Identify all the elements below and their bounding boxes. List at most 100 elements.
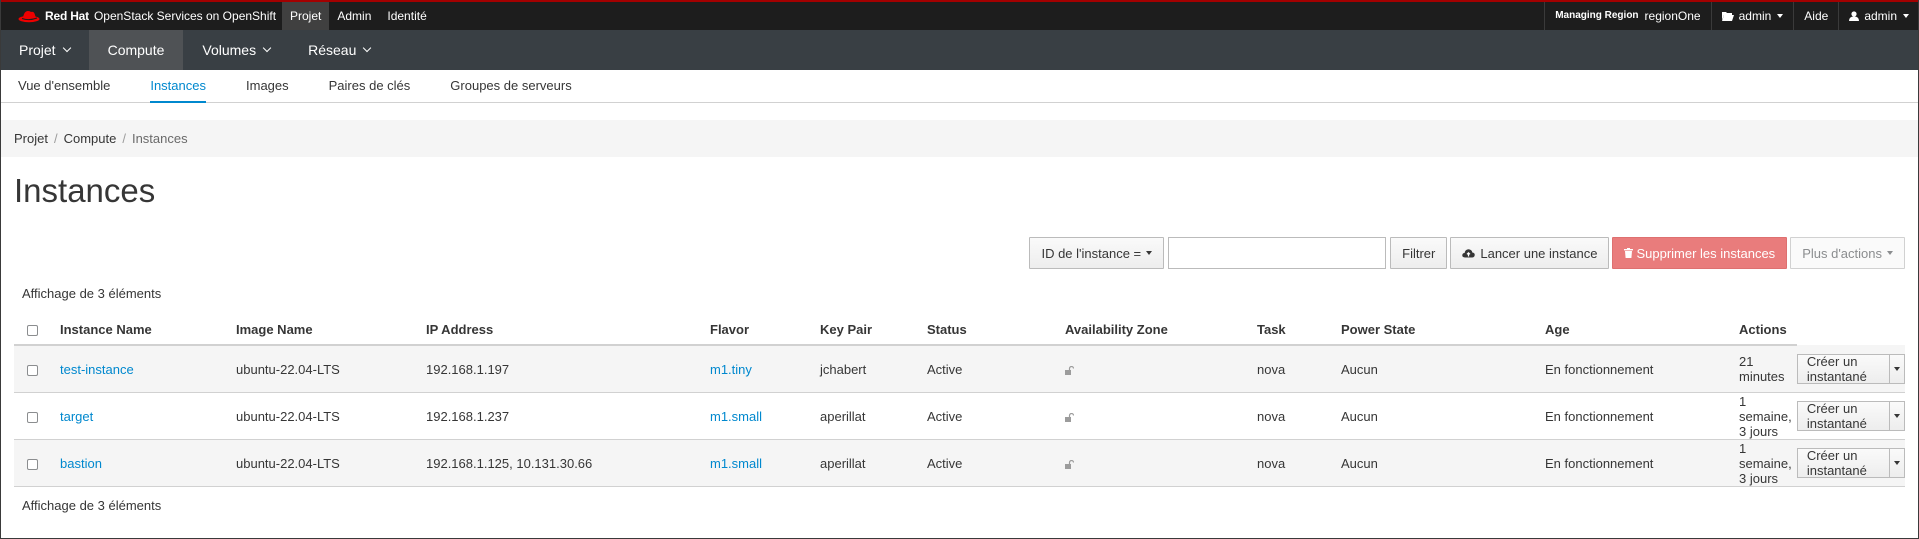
row-checkbox[interactable]	[27, 458, 38, 470]
region-label: Managing Region	[1555, 10, 1639, 21]
column-header[interactable]: Image Name	[236, 315, 426, 346]
project-menu[interactable]: admin	[1710, 2, 1794, 30]
availability-zone: nova	[1257, 392, 1341, 440]
availability-zone: nova	[1257, 439, 1341, 487]
chevron-down-icon	[1893, 461, 1900, 465]
column-header[interactable]: Instance Name	[60, 315, 236, 346]
filter-button-label: Filtrer	[1402, 245, 1436, 261]
instance-name-link[interactable]: test-instance	[60, 362, 134, 377]
compute-tabs: Vue d'ensemble Instances Images Paires d…	[0, 70, 1919, 103]
user-icon	[1849, 11, 1860, 21]
help-label: Aide	[1804, 9, 1829, 23]
brand-product: OpenStack Services on OpenShift	[93, 9, 277, 23]
help-link[interactable]: Aide	[1793, 2, 1838, 30]
filter-field-label: ID de l'instance =	[1041, 245, 1142, 261]
chevron-down-icon	[1893, 366, 1900, 371]
column-header[interactable]: IP Address	[426, 315, 710, 346]
trash-icon	[1624, 248, 1634, 258]
tab-images[interactable]: Images	[246, 70, 289, 102]
column-header[interactable]: Status	[927, 315, 1065, 346]
table-header-row: Instance Name Image Name IP Address Flav…	[14, 315, 1905, 346]
filter-input[interactable]	[1168, 237, 1387, 269]
secnav-label: Compute	[107, 42, 165, 58]
instances-table: Instance Name Image Name IP Address Flav…	[14, 315, 1905, 487]
secnav-label: Projet	[19, 42, 56, 58]
table-row: test-instance ubuntu-22.04-LTS 192.168.1…	[14, 345, 1905, 393]
user-menu[interactable]: admin	[1838, 2, 1919, 30]
delete-instances-button[interactable]: Supprimer les instances	[1612, 237, 1788, 269]
tab-vue-ensemble[interactable]: Vue d'ensemble	[18, 70, 110, 102]
ip-address: 192.168.1.237	[426, 392, 710, 440]
topnav-admin[interactable]: Admin	[329, 2, 379, 30]
filter-field-select[interactable]: ID de l'instance =	[1029, 237, 1165, 269]
launch-instance-label: Lancer une instance	[1480, 245, 1598, 261]
row-checkbox[interactable]	[27, 411, 38, 423]
column-header[interactable]: Age	[1545, 315, 1739, 346]
breadcrumb-projet[interactable]: Projet	[14, 131, 48, 146]
column-header[interactable]: Task	[1257, 315, 1341, 346]
column-header[interactable]: Power State	[1341, 315, 1545, 346]
cloud-upload-icon	[1462, 249, 1476, 258]
instance-name-link[interactable]: target	[60, 409, 93, 424]
age: 1 semaine, 3 jours	[1739, 392, 1797, 440]
column-header[interactable]: Flavor	[710, 315, 820, 346]
region-value: regionOne	[1644, 9, 1701, 23]
select-all-checkbox[interactable]	[27, 325, 38, 337]
delete-instances-label: Supprimer les instances	[1636, 245, 1776, 261]
secnav-projet[interactable]: Projet	[0, 30, 89, 70]
secnav-label: Volumes	[202, 42, 257, 58]
create-snapshot-button[interactable]: Créer un instantané	[1796, 401, 1890, 431]
column-header: Actions	[1739, 315, 1797, 346]
flavor-link[interactable]: m1.tiny	[710, 362, 752, 377]
breadcrumb-compute[interactable]: Compute	[64, 131, 117, 146]
tab-paires-de-cles[interactable]: Paires de clés	[329, 70, 411, 102]
task: Aucun	[1341, 345, 1545, 393]
table-row: bastion ubuntu-22.04-LTS 192.168.1.125, …	[14, 439, 1905, 487]
masthead: Red Hat OpenStack Services on OpenShift …	[0, 0, 1919, 30]
ip-address: 192.168.1.125, 10.131.30.66	[426, 439, 710, 487]
more-actions-button[interactable]: Plus d'actions	[1790, 237, 1905, 269]
secnav-compute[interactable]: Compute	[88, 30, 184, 70]
table-row: target ubuntu-22.04-LTS 192.168.1.237 m1…	[14, 392, 1905, 440]
power-state: En fonctionnement	[1545, 439, 1739, 487]
row-actions-dropdown[interactable]	[1889, 448, 1905, 478]
row-actions: Créer un instantané	[1796, 401, 1905, 431]
key-pair: aperillat	[820, 392, 927, 440]
utility-nav: Managing Region regionOne admin Aide adm…	[1544, 2, 1919, 30]
tab-instances[interactable]: Instances	[150, 70, 206, 103]
topnav-identite[interactable]: Identité	[379, 2, 434, 30]
create-snapshot-button[interactable]: Créer un instantané	[1796, 448, 1890, 478]
folder-open-icon	[1721, 12, 1734, 21]
key-pair: aperillat	[820, 439, 927, 487]
topnav-projet[interactable]: Projet	[282, 2, 330, 30]
table-toolbar: ID de l'instance = Filtrer Lancer une in…	[1029, 237, 1905, 269]
status: Active	[927, 345, 1065, 393]
user-name: admin	[1864, 9, 1897, 23]
status: Active	[927, 439, 1065, 487]
breadcrumb-current: Instances	[131, 131, 188, 146]
filter-button[interactable]: Filtrer	[1390, 237, 1448, 269]
age: 21 minutes	[1739, 345, 1797, 393]
image-name: ubuntu-22.04-LTS	[236, 392, 426, 440]
instance-name-link[interactable]: bastion	[60, 456, 102, 471]
row-actions-dropdown[interactable]	[1889, 401, 1905, 431]
secnav-reseau[interactable]: Réseau	[289, 30, 389, 70]
brand-logo[interactable]: Red Hat OpenStack Services on OpenShift	[18, 2, 276, 30]
image-name: ubuntu-22.04-LTS	[236, 345, 426, 393]
row-actions-dropdown[interactable]	[1889, 353, 1905, 384]
row-checkbox[interactable]	[27, 364, 38, 376]
brand-company: Red Hat	[45, 9, 89, 23]
region-selector[interactable]: Managing Region regionOne	[1544, 2, 1710, 30]
chevron-down-icon	[1777, 14, 1784, 18]
flavor-link[interactable]: m1.small	[710, 456, 762, 471]
flavor-link[interactable]: m1.small	[710, 409, 762, 424]
chevron-down-icon	[1893, 414, 1900, 418]
secnav-volumes[interactable]: Volumes	[183, 30, 289, 70]
launch-instance-button[interactable]: Lancer une instance	[1450, 237, 1610, 269]
create-snapshot-button[interactable]: Créer un instantané	[1796, 353, 1890, 384]
tab-groupes-de-serveurs[interactable]: Groupes de serveurs	[450, 70, 571, 102]
column-header[interactable]: Availability Zone	[1065, 315, 1257, 346]
column-header[interactable]: Key Pair	[820, 315, 927, 346]
chevron-down-icon	[62, 43, 71, 53]
unlock-icon	[1065, 365, 1075, 375]
